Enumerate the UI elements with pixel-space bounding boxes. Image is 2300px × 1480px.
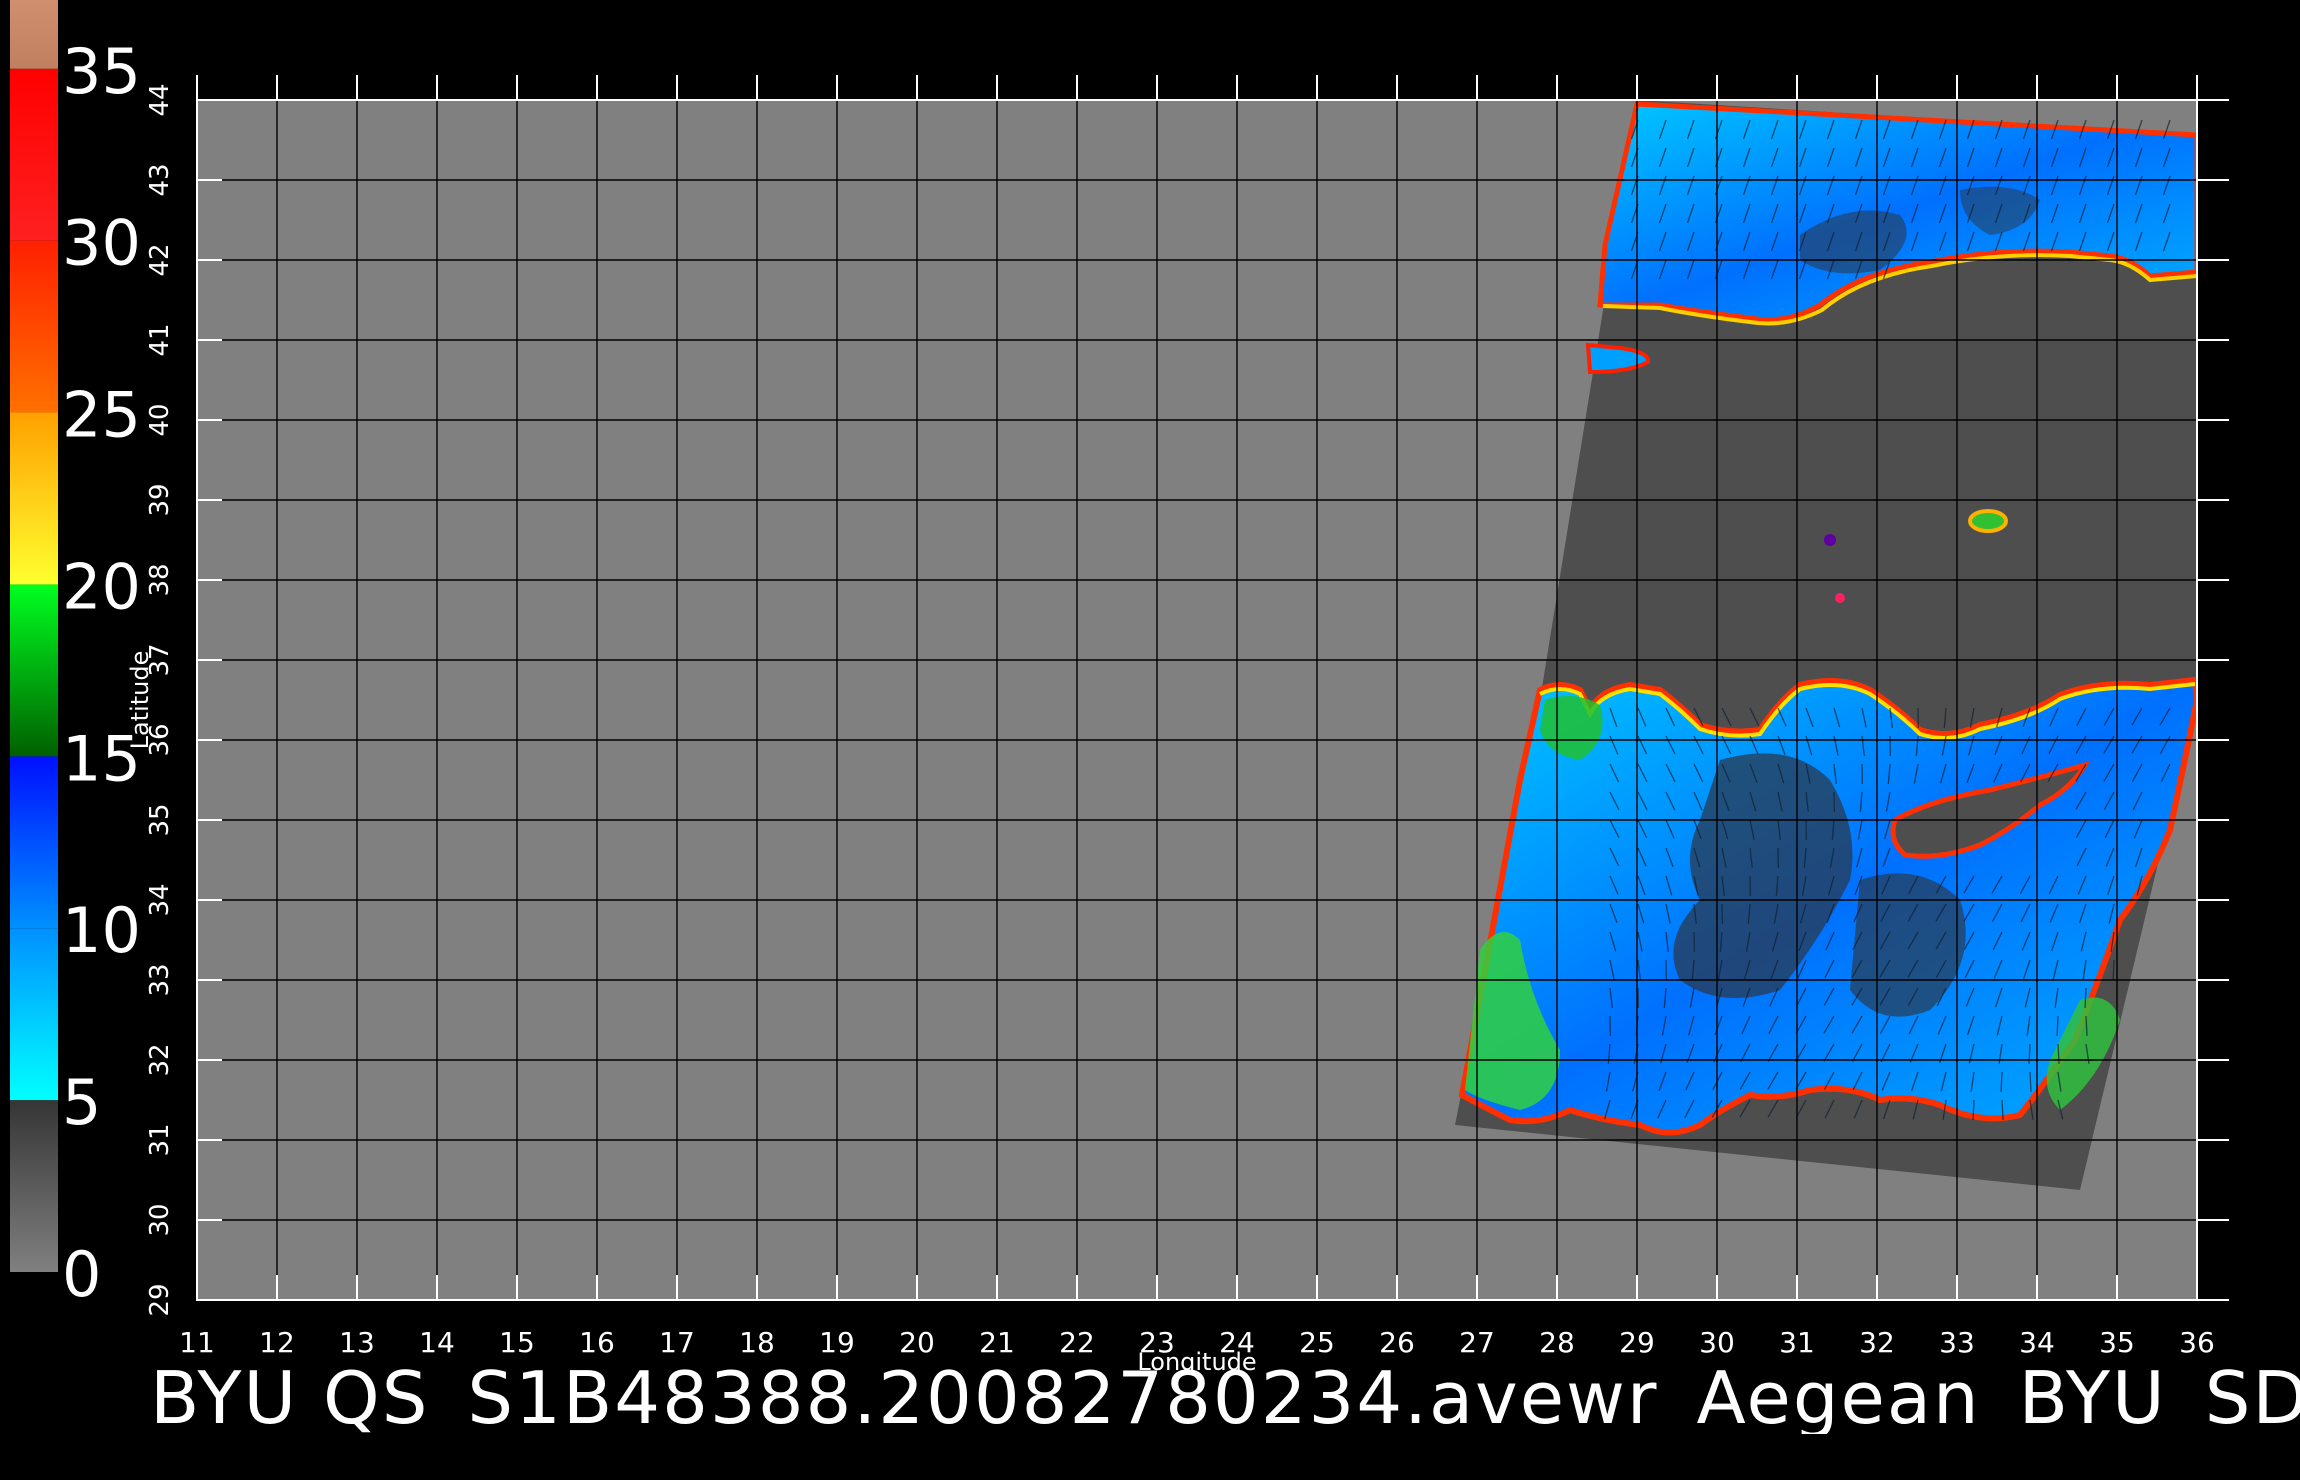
- wind-vector: [2000, 1071, 2003, 1093]
- colorbar-segment: [10, 68, 58, 241]
- lat-tick-label: 42: [145, 243, 175, 276]
- lake-patch: [1968, 509, 2008, 533]
- lat-tick-label: 32: [145, 1043, 175, 1076]
- lon-tick-label: 33: [1939, 1326, 1975, 1359]
- lon-tick-label: 15: [499, 1326, 535, 1359]
- lon-tick-label: 12: [259, 1326, 295, 1359]
- lat-tick-label: 31: [145, 1123, 175, 1156]
- lat-tick-label: 40: [145, 403, 175, 436]
- lat-tick-label: 43: [145, 163, 175, 196]
- lat-tick-label: 41: [145, 323, 175, 356]
- lon-tick-label: 20: [899, 1326, 935, 1359]
- wind-speed-colorbar: [10, 0, 58, 1272]
- lon-tick-label: 14: [419, 1326, 455, 1359]
- lon-tick-label: 26: [1379, 1326, 1415, 1359]
- wind-vector: [2056, 1015, 2059, 1037]
- lake-patch-small: [1824, 534, 1836, 546]
- lon-tick-label: 11: [179, 1326, 215, 1359]
- lat-tick-label: 34: [145, 883, 175, 916]
- lon-tick-label: 32: [1859, 1326, 1895, 1359]
- lon-tick-label: 18: [739, 1326, 775, 1359]
- lat-tick-label: 33: [145, 963, 175, 996]
- lat-tick-label: 39: [145, 483, 175, 516]
- lon-tick-label: 21: [979, 1326, 1015, 1359]
- colorbar-segment: [10, 1100, 58, 1272]
- colorbar-segment: [10, 928, 58, 1101]
- colorbar-label: 5: [62, 1066, 101, 1139]
- lat-tick-label: 38: [145, 563, 175, 596]
- lon-tick-label: 16: [579, 1326, 615, 1359]
- lat-tick-label: 44: [145, 83, 175, 116]
- lon-tick-label: 22: [1059, 1326, 1095, 1359]
- product-caption: BYU QS_S1B48388.20082780234.avewr_Aegean…: [150, 1362, 2300, 1434]
- wind-vector: [2112, 959, 2115, 981]
- lon-tick-label: 27: [1459, 1326, 1495, 1359]
- colorbar-label: 20: [62, 550, 141, 623]
- lon-tick-label: 25: [1299, 1326, 1335, 1359]
- wind-vector: [2084, 987, 2087, 1009]
- colorbar-label: 25: [62, 379, 141, 452]
- lon-tick-label: 19: [819, 1326, 855, 1359]
- lon-tick-label: 31: [1779, 1326, 1815, 1359]
- lat-tick-label: 29: [145, 1283, 175, 1316]
- lat-tick-label: 35: [145, 803, 175, 836]
- wind-vector: [1972, 1099, 1975, 1121]
- colorbar-segment: [10, 756, 58, 929]
- colorbar-segment: [10, 412, 58, 585]
- wind-vector: [2028, 1043, 2031, 1065]
- colorbar-segment: [10, 0, 58, 69]
- colorbar-label: 35: [62, 35, 141, 108]
- lon-tick-label: 34: [2019, 1326, 2055, 1359]
- colorbar-segment: [10, 240, 58, 413]
- lon-tick-label: 35: [2099, 1326, 2135, 1359]
- wind-speed-map: 0 5 10 15 20 25 30 35 11 12 13 14 15 16 17 18 1…: [10, 0, 2229, 1376]
- colorbar-label: 0: [62, 1238, 101, 1311]
- lon-tick-label: 30: [1699, 1326, 1735, 1359]
- lon-tick-label: 36: [2179, 1326, 2215, 1359]
- y-axis-label: Latitude: [126, 651, 154, 750]
- lat-tick-label: 30: [145, 1203, 175, 1236]
- colorbar-label: 10: [62, 894, 141, 967]
- lon-tick-label: 13: [339, 1326, 375, 1359]
- lon-tick-label: 29: [1619, 1326, 1655, 1359]
- colorbar-label: 30: [62, 207, 141, 280]
- lon-tick-label: 17: [659, 1326, 695, 1359]
- colorbar-segment: [10, 584, 58, 757]
- map-panel: [197, 100, 2197, 1300]
- lake-patch-tiny: [1835, 593, 1845, 603]
- lon-tick-label: 28: [1539, 1326, 1575, 1359]
